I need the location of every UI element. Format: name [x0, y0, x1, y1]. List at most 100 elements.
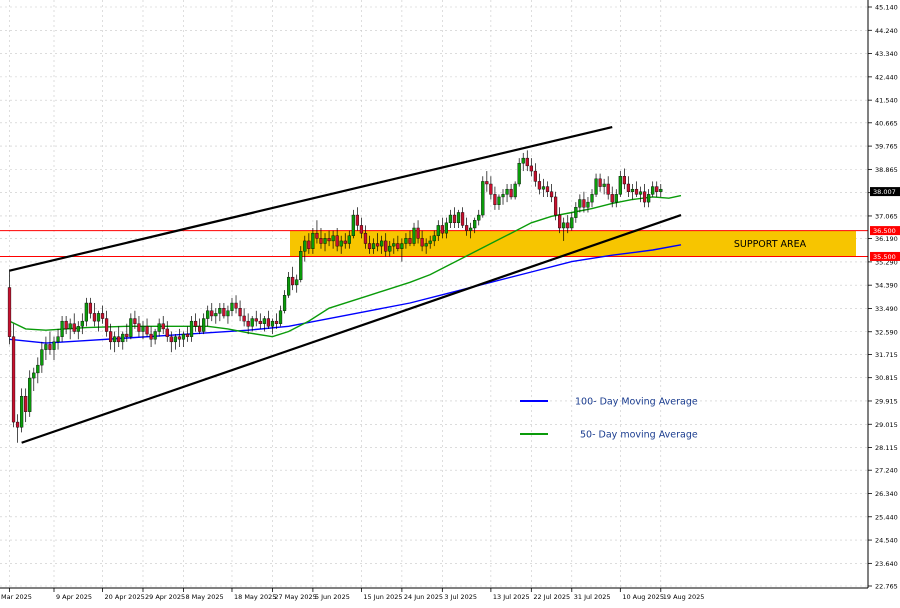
candle-bear	[359, 225, 364, 234]
candle-bull	[469, 227, 473, 231]
candle-bear	[335, 235, 339, 247]
candle-bear	[315, 232, 319, 239]
candle-bull	[278, 310, 283, 324]
legend-label: 50- Day moving Average	[580, 430, 698, 441]
candle-bear	[177, 336, 182, 340]
candle-bear	[7, 287, 12, 337]
x-tick-label: 13 Jul 2025	[493, 593, 530, 601]
candle-bull	[392, 243, 396, 247]
candle-bull	[400, 243, 404, 249]
candle-bear	[626, 183, 631, 192]
candle-bear	[606, 183, 610, 195]
candle-bull	[541, 186, 546, 190]
candle-bull	[618, 176, 622, 195]
y-tick-label: 44.240	[875, 27, 898, 35]
candle-bull	[230, 302, 234, 311]
price-chart: SUPPORT AREA 45.140 44.240 43.340 42.440 41.…	[0, 0, 900, 604]
candle-bull	[647, 194, 651, 203]
candle-bear	[88, 302, 93, 314]
candle-bear	[566, 222, 570, 229]
y-tick-label: 37.065	[875, 212, 898, 220]
candle-bull	[270, 320, 275, 327]
y-tick-label: 42.440	[875, 73, 898, 81]
candle-bear	[367, 243, 372, 249]
candle-bull	[448, 214, 453, 224]
candle-bear	[622, 176, 626, 185]
candle-bull	[173, 336, 177, 343]
candle-bear	[161, 323, 165, 330]
x-tick-label: 27 May 2025	[274, 593, 316, 601]
candle-bear	[553, 196, 558, 216]
candle-bull	[113, 336, 117, 343]
x-tick-label: 24 Jun 2025	[404, 593, 443, 601]
candle-bear	[420, 238, 424, 247]
y-tick-label: 33.490	[875, 305, 898, 313]
candle-bull	[562, 222, 566, 229]
candle-bear	[149, 333, 153, 340]
candle-bear	[582, 199, 586, 208]
y-tick-label: 39.765	[875, 143, 898, 151]
candle-bear	[452, 214, 457, 224]
candle-bull	[351, 214, 355, 236]
candle-bear	[100, 313, 105, 319]
x-tick-label: 29 Apr 2025	[145, 593, 185, 601]
candle-bull	[630, 188, 635, 192]
candle-bull	[68, 323, 72, 330]
candle-bull	[84, 302, 88, 322]
current-price-tag: 38.007	[873, 188, 896, 196]
candle-bear	[327, 238, 331, 242]
candle-bull	[570, 217, 574, 229]
candle-bear	[24, 395, 28, 412]
legend-label: 100- Day Moving Average	[575, 397, 698, 408]
candle-bear	[549, 191, 554, 198]
candle-bull	[181, 333, 186, 340]
candle-bear	[246, 320, 250, 327]
candle-bear	[145, 326, 149, 335]
y-tick-label: 31.715	[875, 351, 898, 359]
candle-bull	[96, 313, 101, 322]
candle-bull	[80, 320, 84, 327]
y-tick-label: 28.115	[875, 444, 898, 452]
candle-bull	[189, 320, 194, 337]
candle-bear	[238, 308, 242, 317]
candle-bull	[578, 199, 582, 208]
candle-bull	[436, 225, 440, 236]
x-tick-label: 18 May 2025	[234, 593, 276, 601]
candle-bear	[537, 181, 542, 190]
candle-bull	[295, 279, 299, 286]
candle-bear	[48, 344, 52, 350]
y-tick-label: 29.915	[875, 397, 898, 405]
candle-bear	[319, 238, 323, 244]
candle-bear	[464, 225, 469, 231]
candle-bull	[517, 163, 521, 185]
candle-bull	[206, 310, 210, 319]
candle-bear	[165, 328, 169, 337]
candle-bull	[347, 235, 351, 244]
candle-bull	[153, 331, 157, 340]
candle-bull	[282, 295, 287, 311]
candle-bear	[15, 421, 20, 428]
candle-bull	[323, 238, 327, 244]
candle-bull	[20, 395, 24, 428]
y-tick-label: 40.665	[875, 119, 898, 127]
y-tick-label: 32.590	[875, 328, 898, 336]
candle-bull	[428, 240, 432, 244]
y-tick-label: 34.390	[875, 282, 898, 290]
x-tick-label: 3 Jul 2025	[444, 593, 477, 601]
candle-bull	[380, 240, 384, 247]
candle-bull	[331, 235, 335, 242]
candle-bull	[521, 157, 525, 164]
candle-bear	[485, 181, 489, 185]
candle-bull	[424, 243, 428, 247]
candle-bear	[254, 318, 258, 322]
x-tick-label: 9 Apr 2025	[56, 593, 92, 601]
candle-bear	[396, 243, 400, 249]
x-tick-label: 19 Aug 2025	[663, 593, 705, 601]
candle-bull	[299, 251, 303, 280]
candle-bear	[92, 313, 97, 322]
candle-bear	[384, 240, 388, 252]
candle-bull	[412, 227, 416, 244]
candle-bear	[185, 333, 190, 337]
y-tick-label: 26.340	[875, 490, 898, 498]
candle-bear	[642, 191, 647, 203]
